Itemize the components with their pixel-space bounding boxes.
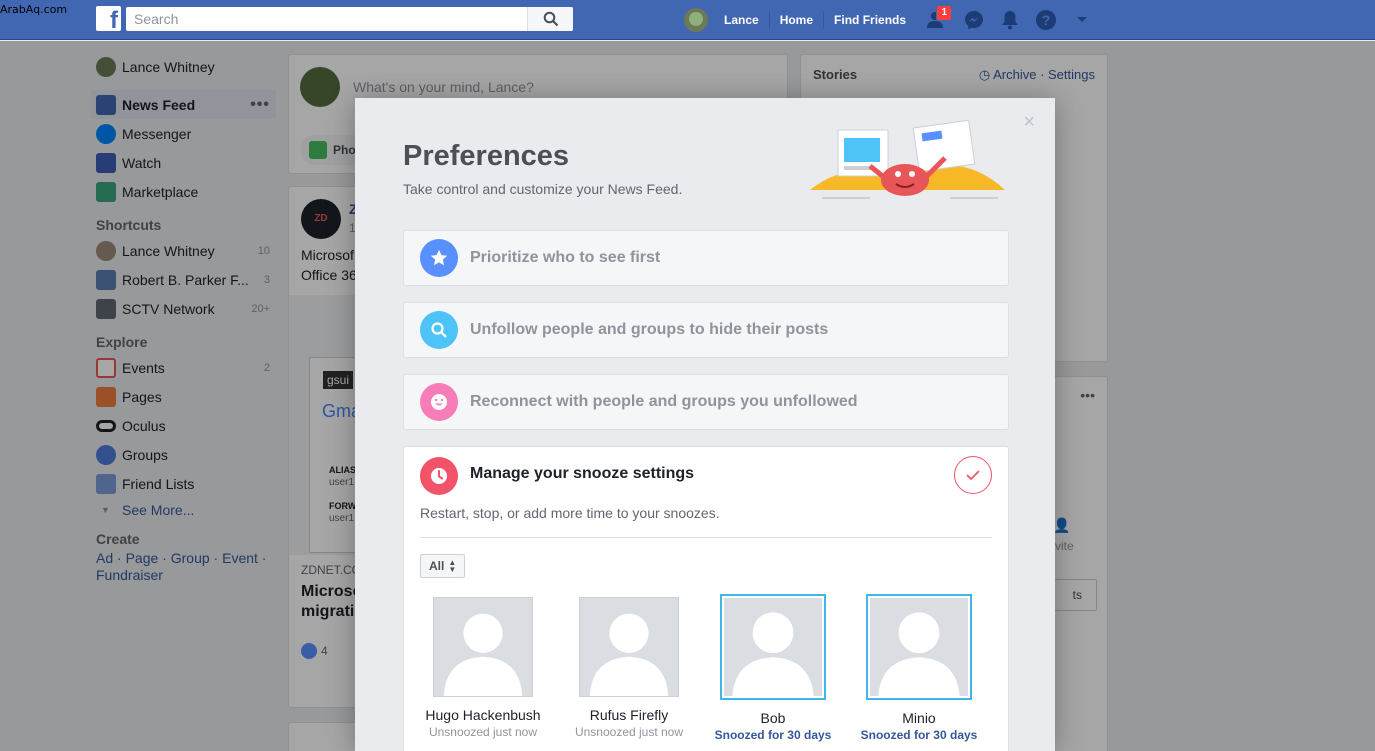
smile-icon <box>420 383 458 421</box>
find-friends-link[interactable]: Find Friends <box>824 11 916 29</box>
person-name: Bob <box>760 710 786 726</box>
person-avatar <box>579 597 679 697</box>
snooze-title: Manage your snooze settings <box>470 465 695 482</box>
snooze-person[interactable]: Rufus Firefly Unsnoozed just now <box>564 597 694 739</box>
sort-arrows-icon: ▲ ▼ <box>448 558 457 574</box>
search-input[interactable] <box>126 7 526 31</box>
bell-icon <box>1002 11 1019 30</box>
silhouette-icon <box>878 612 960 698</box>
profile-link[interactable]: Lance <box>714 11 770 29</box>
option-label: Reconnect with people and groups you unf… <box>470 393 858 410</box>
watermark: ArabAq.com <box>0 3 68 16</box>
snooze-settings-panel: Manage your snooze settings Restart, sto… <box>403 446 1009 751</box>
checkmark-icon <box>966 470 980 481</box>
search-icon <box>543 11 558 27</box>
person-status: Unsnoozed just now <box>428 725 538 739</box>
reconnect-option[interactable]: Reconnect with people and groups you unf… <box>403 374 1009 430</box>
snooze-person[interactable]: Hugo Hackenbush Unsnoozed just now <box>418 597 548 739</box>
messenger-icon <box>965 11 984 30</box>
home-link[interactable]: Home <box>770 11 825 29</box>
svg-text:?: ? <box>1042 12 1051 28</box>
help-icon: ? <box>1036 10 1057 30</box>
silhouette-icon <box>443 613 523 696</box>
silhouette-icon <box>589 613 669 696</box>
filter-select[interactable]: All ▲ ▼ <box>420 554 466 578</box>
person-status: Snoozed for 30 days <box>714 728 832 742</box>
preferences-dialog: × Preferences Take control and customize… <box>355 98 1055 751</box>
person-avatar <box>433 597 533 697</box>
notifications-button[interactable] <box>992 0 1028 40</box>
nav-right: Lance Home Find Friends 1 ? <box>684 0 1100 40</box>
dialog-title: Preferences <box>403 140 570 172</box>
search-box <box>126 7 573 31</box>
magnifier-icon <box>420 311 458 349</box>
unfollow-option[interactable]: Unfollow people and groups to hide their… <box>403 302 1009 358</box>
dialog-subtitle: Take control and customize your News Fee… <box>403 181 683 197</box>
clock-icon <box>420 457 458 495</box>
divider <box>420 537 992 538</box>
filter-value: All <box>429 559 445 573</box>
snooze-person[interactable]: Minio Snoozed for 30 days <box>854 594 984 742</box>
person-status: Snoozed for 30 days <box>860 728 978 742</box>
person-avatar <box>866 594 972 700</box>
search-button[interactable] <box>527 7 573 31</box>
person-name: Minio <box>902 710 936 726</box>
person-name: Rufus Firefly <box>589 707 669 723</box>
option-label: Unfollow people and groups to hide their… <box>470 321 829 338</box>
user-avatar[interactable] <box>684 8 708 32</box>
account-menu-button[interactable] <box>1064 0 1100 40</box>
top-nav-bar: f Lance Home Find Friends 1 ? <box>0 0 1375 40</box>
prioritize-option[interactable]: Prioritize who to see first <box>403 230 1009 286</box>
person-avatar <box>720 594 826 700</box>
caret-down-icon <box>1077 17 1088 22</box>
option-label: Prioritize who to see first <box>470 249 661 266</box>
star-icon <box>420 239 458 277</box>
friend-requests-badge: 1 <box>936 5 953 21</box>
snooze-description: Restart, stop, or add more time to your … <box>420 505 720 521</box>
facebook-logo-icon[interactable]: f <box>96 6 121 31</box>
person-name: Hugo Hackenbush <box>425 707 541 723</box>
done-button[interactable] <box>954 456 992 494</box>
crab-illustration <box>810 119 1005 199</box>
person-status: Unsnoozed just now <box>574 725 684 739</box>
silhouette-icon <box>732 612 814 698</box>
friend-requests-button[interactable]: 1 <box>920 0 956 40</box>
snooze-person[interactable]: Bob Snoozed for 30 days <box>708 594 838 742</box>
help-button[interactable]: ? <box>1028 0 1064 40</box>
close-icon[interactable]: × <box>1023 112 1035 132</box>
messenger-button[interactable] <box>956 0 992 40</box>
